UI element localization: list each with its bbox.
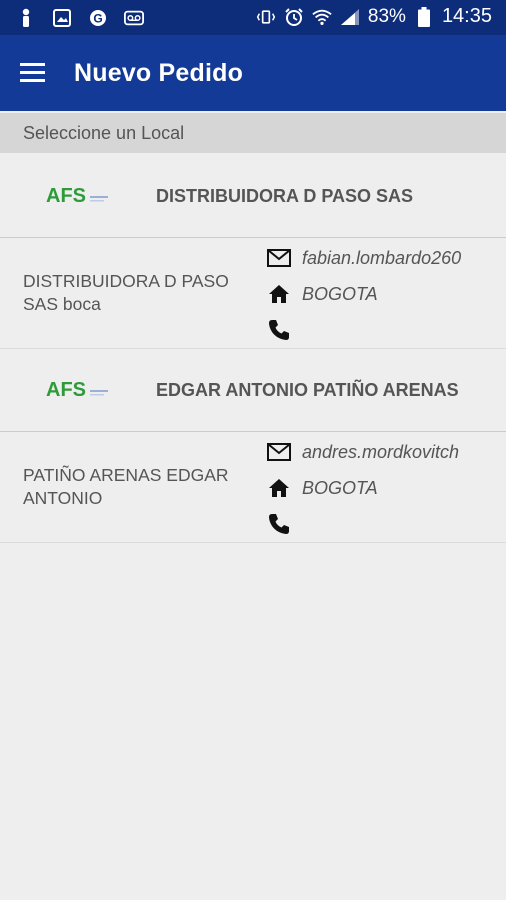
store-header[interactable]: AFS DISTRIBUIDORA D PASO SAS xyxy=(0,154,506,238)
home-icon xyxy=(266,475,292,501)
store-name: EDGAR ANTONIO PATIÑO ARENAS xyxy=(156,380,459,400)
email-text: fabian.lombardo260 xyxy=(302,247,462,268)
image-icon xyxy=(52,8,72,28)
phone-row[interactable] xyxy=(266,317,302,343)
menu-button[interactable] xyxy=(18,62,48,84)
phone-icon[interactable] xyxy=(266,317,292,343)
clock: 14:35 xyxy=(441,5,492,27)
local-name: DISTRIBUIDORA D PASO SAS boca xyxy=(23,271,229,314)
mail-icon xyxy=(266,439,292,465)
status-right: 83% 14:35 xyxy=(256,5,492,28)
signal-icon xyxy=(340,7,360,27)
home-icon xyxy=(266,281,292,307)
store-header[interactable]: AFS EDGAR ANTONIO PATIÑO ARENAS xyxy=(0,348,506,432)
battery-icon xyxy=(414,6,434,27)
svg-text:AFS: AFS xyxy=(46,185,86,206)
store-card[interactable]: AFS DISTRIBUIDORA D PASO SAS DISTRIBUIDO… xyxy=(0,154,506,349)
mail-icon xyxy=(266,245,292,271)
city-text: BOGOTA xyxy=(302,283,378,304)
battery-percent: 83% xyxy=(367,5,406,27)
store-card[interactable]: AFS EDGAR ANTONIO PATIÑO ARENAS PATIÑO A… xyxy=(0,348,506,543)
g-icon: G xyxy=(88,8,108,28)
phone-icon[interactable] xyxy=(266,511,292,537)
voicemail-icon xyxy=(124,8,144,28)
phone-row[interactable] xyxy=(266,511,302,537)
local-row[interactable]: DISTRIBUIDORA D PASO SAS boca fabian.lom… xyxy=(0,238,506,349)
app-bar: Nuevo Pedido xyxy=(0,35,506,111)
email-row: andres.mordkovitch xyxy=(266,439,459,465)
status-bar: G 83% 14:35 xyxy=(0,0,506,35)
menu-icon xyxy=(20,63,45,82)
local-name: PATIÑO ARENAS EDGAR ANTONIO xyxy=(23,465,229,508)
afs-logo: AFS xyxy=(46,184,112,207)
wifi-icon xyxy=(312,7,332,27)
afs-logo: AFS xyxy=(46,378,112,401)
section-header: Seleccione un Local xyxy=(0,113,506,153)
city-text: BOGOTA xyxy=(302,477,378,498)
svg-text:G: G xyxy=(93,12,102,26)
status-left-icons: G xyxy=(16,8,144,28)
svg-text:AFS: AFS xyxy=(46,379,86,400)
email-row: fabian.lombardo260 xyxy=(266,245,461,271)
local-row[interactable]: PATIÑO ARENAS EDGAR ANTONIO andres.mordk… xyxy=(0,432,506,543)
email-text: andres.mordkovitch xyxy=(302,441,460,462)
page-title: Nuevo Pedido xyxy=(74,59,244,87)
city-row: BOGOTA xyxy=(266,281,378,307)
city-row: BOGOTA xyxy=(266,475,378,501)
store-name: DISTRIBUIDORA D PASO SAS xyxy=(156,186,414,206)
alarm-icon xyxy=(284,7,304,27)
vibrate-icon xyxy=(256,7,276,27)
section-header-label: Seleccione un Local xyxy=(23,123,185,143)
person-icon xyxy=(16,8,36,28)
